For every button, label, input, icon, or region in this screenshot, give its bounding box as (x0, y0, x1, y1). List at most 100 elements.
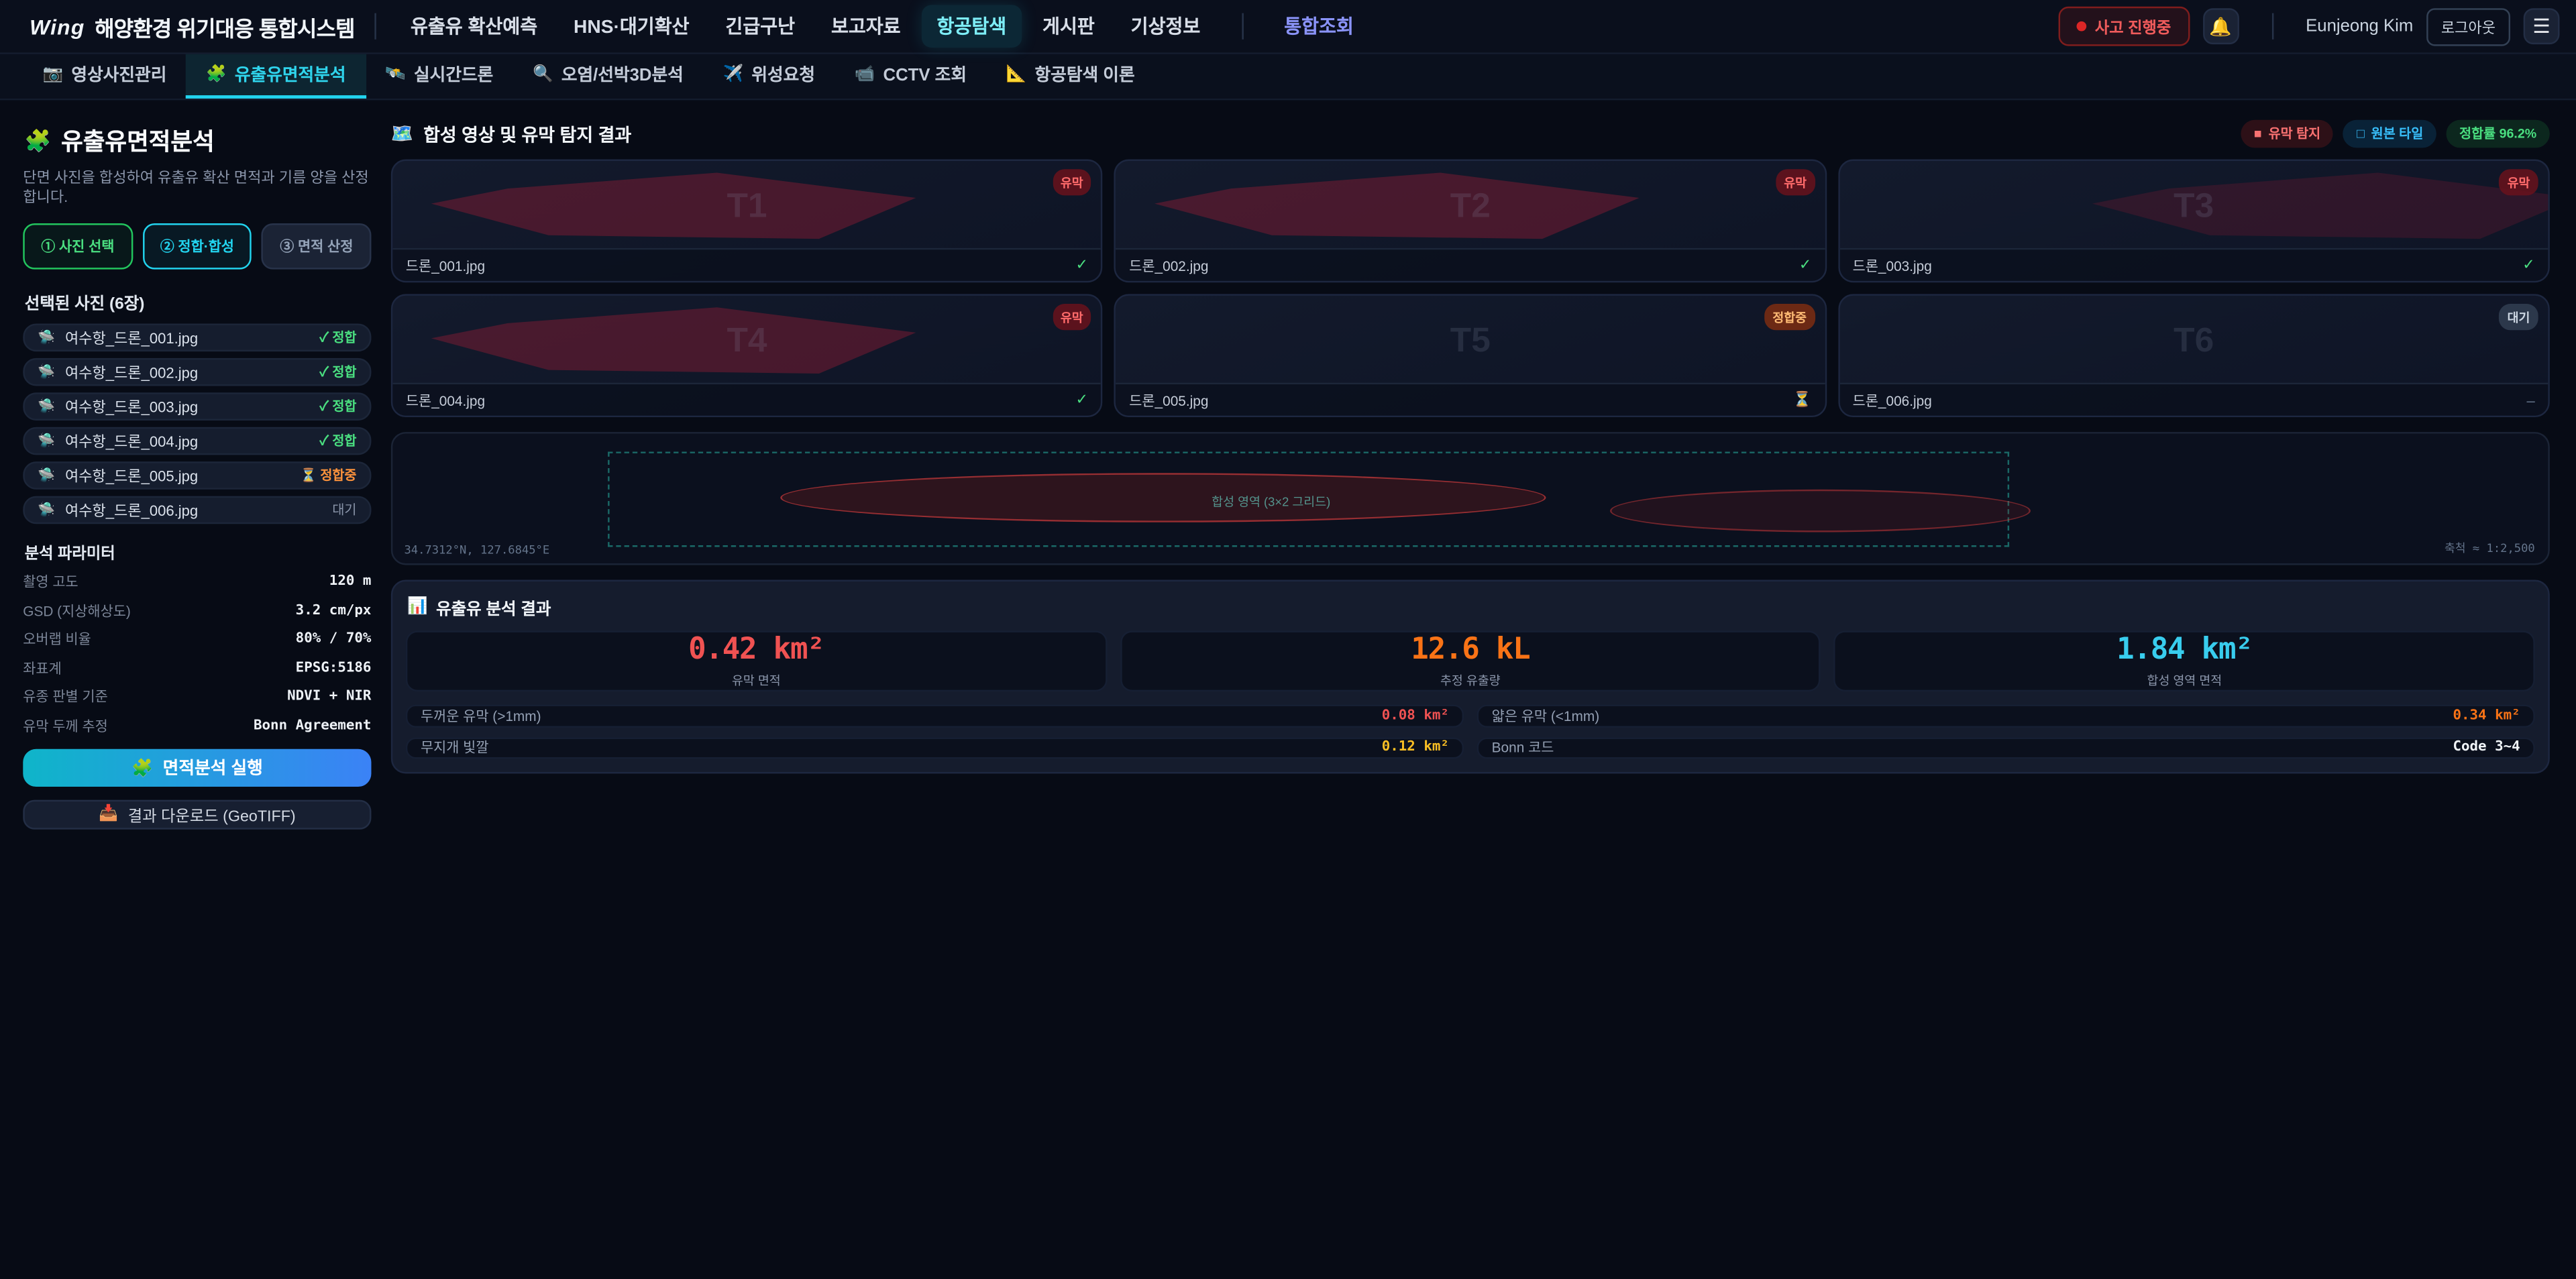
download-geotiff-button[interactable]: 📥 결과 다운로드 (GeoTIFF) (23, 799, 371, 829)
drone-icon: 🛸 (38, 433, 55, 451)
puzzle-icon: 🧩 (131, 757, 153, 778)
puzzle-icon: 🧩 (206, 66, 226, 84)
drone-icon: 🛸 (38, 329, 55, 347)
nav-item-hns[interactable]: HNS·대기확산 (559, 5, 704, 48)
nav-item-reports[interactable]: 보고자료 (816, 5, 916, 48)
notifications-button[interactable]: 🔔 (2202, 8, 2239, 44)
satellite-icon: 🛰️ (385, 66, 405, 84)
results-title-text: 유출유 분석 결과 (436, 595, 551, 620)
tab-label: 실시간드론 (414, 62, 493, 87)
results-panel: 📊 유출유 분석 결과 0.42 km² 유막 면적 12.6 kL 추정 유출… (391, 579, 2550, 773)
param-row: 유종 판별 기준 NDVI + NIR (23, 687, 371, 706)
detail-rainbow-sheen: 무지개 빛깔 0.12 km² (406, 736, 1464, 759)
stat-cards: 0.42 km² 유막 면적 12.6 kL 추정 유출량 1.84 km² 합… (406, 630, 2535, 691)
tile-badge: 대기 (2499, 304, 2538, 330)
detail-thick-slick: 두꺼운 유막 (>1mm) 0.08 km² (406, 705, 1464, 727)
param-value: 3.2 cm/px (296, 602, 372, 618)
file-row[interactable]: 🛸 여수항_드론_005.jpg ⏳ 정합중 (23, 462, 371, 490)
file-row[interactable]: 🛸 여수항_드론_003.jpg ✓ 정합 (23, 393, 371, 421)
app-logo: Wing 해양환경 위기대응 통합시스템 (30, 11, 355, 42)
param-label: 유막 두께 추정 (23, 716, 108, 735)
param-label: 오버랩 비율 (23, 630, 91, 649)
param-label: 좌표계 (23, 659, 61, 678)
incident-label: 사고 진행중 (2095, 15, 2171, 38)
param-row: 오버랩 비율 80% / 70% (23, 630, 371, 649)
drone-icon: 🛸 (38, 398, 55, 416)
tile-badge: 유막 (2499, 169, 2538, 195)
divider (2271, 13, 2273, 40)
param-label: 촬영 고도 (23, 572, 78, 592)
legend-label: 정합률 96.2% (2459, 125, 2536, 143)
composite-area-label: 합성 영역 (3×2 그리드) (1212, 493, 1330, 511)
tab-aerial-theory[interactable]: 📐 항공탐색 이론 (986, 54, 1155, 99)
magnifier-icon: 🔍 (533, 66, 553, 84)
main-nav: 유출유 확산예측 HNS·대기확산 긴급구난 보고자료 항공탐색 게시판 기상정… (396, 5, 1368, 48)
nav-item-oil-spread[interactable]: 유출유 확산예측 (396, 5, 552, 48)
tile-status: – (2526, 392, 2534, 408)
file-row[interactable]: 🛸 여수항_드론_001.jpg ✓ 정합 (23, 324, 371, 352)
nav-item-rescue[interactable]: 긴급구난 (710, 5, 810, 48)
tab-oil-area-analysis[interactable]: 🧩 유출유면적분석 (186, 54, 366, 99)
tile-t1[interactable]: T1 유막 드론_001.jpg ✓ (391, 160, 1103, 283)
stat-value: 12.6 kL (1411, 632, 1529, 667)
hamburger-icon: ☰ (2532, 15, 2550, 38)
page-content: 🧩 유출유면적분석 단면 사진을 합성하여 유출유 확산 면적과 기름 양을 산… (0, 100, 2576, 829)
tile-badge: 유막 (1776, 169, 1815, 195)
tile-badge: 유막 (1053, 304, 1091, 330)
stat-value: 1.84 km² (2116, 632, 2253, 667)
tab-satellite-request[interactable]: ✈️ 위성요청 (703, 54, 835, 99)
param-value: Bonn Agreement (254, 718, 371, 734)
param-value: EPSG:5186 (296, 660, 372, 676)
tab-cctv[interactable]: 📹 CCTV 조회 (835, 54, 986, 99)
tab-photo-management[interactable]: 📷 영상사진관리 (23, 54, 186, 99)
tile-t6[interactable]: T6 대기 드론_006.jpg – (1838, 294, 2550, 417)
analysis-sidebar: 🧩 유출유면적분석 단면 사진을 합성하여 유출유 확산 면적과 기름 양을 산… (23, 117, 371, 829)
nav-item-weather[interactable]: 기상정보 (1116, 5, 1216, 48)
file-row[interactable]: 🛸 여수항_드론_004.jpg ✓ 정합 (23, 427, 371, 455)
file-row[interactable]: 🛸 여수항_드론_006.jpg 대기 (23, 496, 371, 524)
menu-button[interactable]: ☰ (2524, 8, 2560, 44)
step-select-photos[interactable]: ① 사진 선택 (23, 224, 132, 270)
tab-label: 유출유면적분석 (235, 62, 346, 87)
tile-filename: 드론_006.jpg (1853, 390, 2527, 410)
nav-item-board[interactable]: 게시판 (1028, 5, 1110, 48)
tile-status: ✓ (2522, 256, 2534, 274)
stat-label: 합성 영역 면적 (2147, 672, 2222, 690)
stat-spill-volume: 12.6 kL 추정 유출량 (1120, 630, 1821, 691)
step-align-composite[interactable]: ② 정합·합성 (142, 224, 252, 270)
tile-t5[interactable]: T5 정합중 드론_005.jpg ⏳ (1114, 294, 1826, 417)
file-row[interactable]: 🛸 여수항_드론_002.jpg ✓ 정합 (23, 359, 371, 387)
nav-item-integrated-search[interactable]: 통합조회 (1269, 5, 1368, 48)
step-indicator: ① 사진 선택 ② 정합·합성 ③ 면적 산정 (23, 224, 371, 270)
tile-grid: T1 유막 드론_001.jpg ✓ T2 유막 드론_002.jpg ✓ (391, 160, 2550, 417)
app-title: 해양환경 위기대응 통합시스템 (95, 11, 354, 42)
param-value: NDVI + NIR (287, 689, 371, 705)
tab-pollution-3d[interactable]: 🔍 오염/선박3D분석 (513, 54, 704, 99)
tile-footer: 드론_006.jpg – (1839, 383, 2548, 416)
main-title: 🗺️ 합성 영상 및 유막 탐지 결과 (391, 121, 631, 147)
divider (1242, 13, 1243, 40)
detail-label: Bonn 코드 (1492, 738, 1554, 757)
step-area-estimate[interactable]: ③ 면적 산정 (262, 224, 371, 270)
file-status: 대기 (332, 502, 356, 520)
tile-t4[interactable]: T4 유막 드론_004.jpg ✓ (391, 294, 1103, 417)
nav-item-aerial-search[interactable]: 항공탐색 (922, 5, 1021, 48)
params-title: 분석 파라미터 (25, 541, 372, 563)
sidebar-subtitle: 단면 사진을 합성하여 유출유 확산 면적과 기름 양을 산정합니다. (23, 168, 371, 207)
legend-original-tile: □ 원본 타일 (2343, 120, 2436, 148)
tab-label: 항공탐색 이론 (1035, 62, 1135, 87)
tab-realtime-drone[interactable]: 🛰️ 실시간드론 (366, 54, 513, 99)
file-status: ✓ 정합 (320, 364, 357, 382)
run-area-analysis-button[interactable]: 🧩 면적분석 실행 (23, 748, 371, 786)
composite-preview[interactable]: 합성 영역 (3×2 그리드) 34.7312°N, 127.6845°E 축척… (391, 432, 2550, 565)
sub-tabbar: 📷 영상사진관리 🧩 유출유면적분석 🛰️ 실시간드론 🔍 오염/선박3D분석 … (0, 54, 2576, 101)
tile-status: ✓ (1799, 256, 1811, 274)
tile-filename: 드론_005.jpg (1129, 390, 1793, 410)
tab-label: CCTV 조회 (883, 62, 967, 87)
tile-t2[interactable]: T2 유막 드론_002.jpg ✓ (1114, 160, 1826, 283)
logout-button[interactable]: 로그아웃 (2426, 7, 2510, 45)
file-name: 여수항_드론_006.jpg (65, 500, 323, 521)
topbar-right: 사고 진행중 🔔 Eunjeong Kim 로그아웃 ☰ (2059, 7, 2560, 46)
param-row: GSD (지상해상도) 3.2 cm/px (23, 601, 371, 620)
tile-t3[interactable]: T3 유막 드론_003.jpg ✓ (1838, 160, 2550, 283)
